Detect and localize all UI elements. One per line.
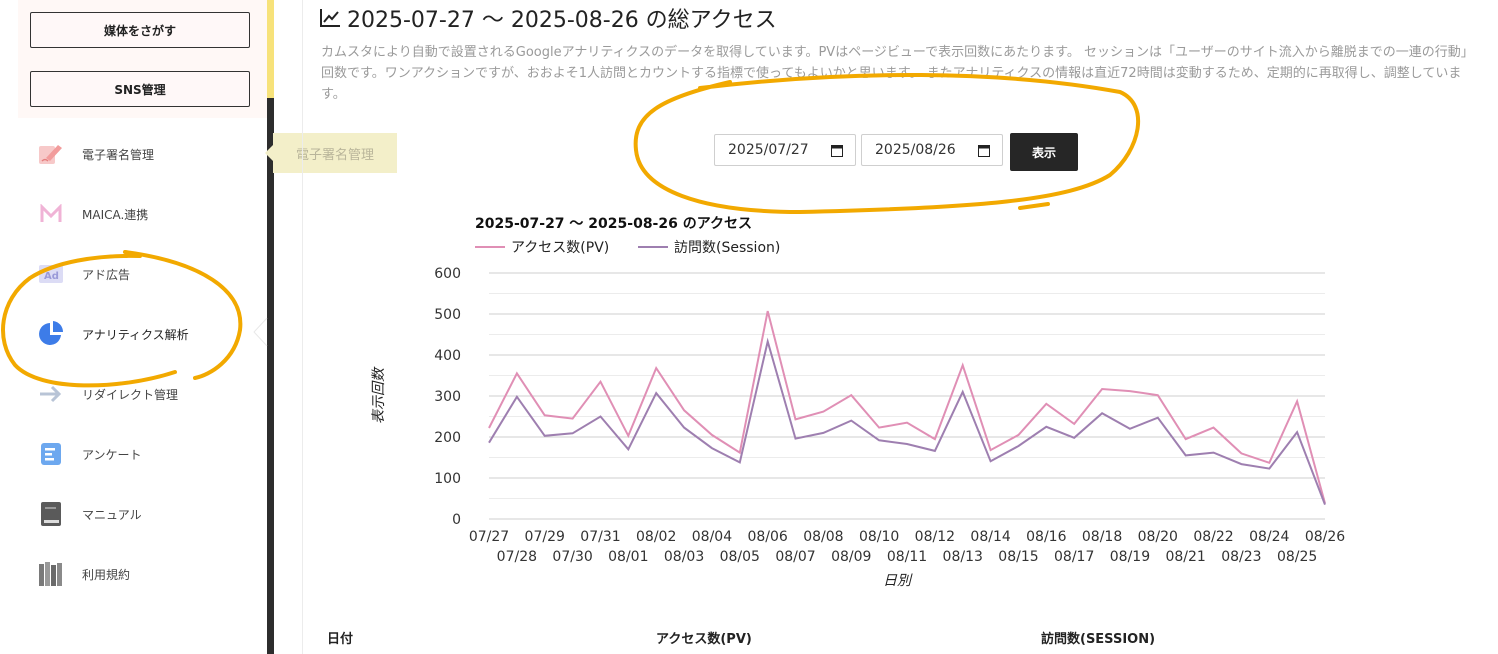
x-tick-label: 07/27	[469, 529, 509, 545]
calendar-icon[interactable]	[978, 144, 990, 157]
series-line-pv	[488, 310, 1326, 504]
survey-icon	[38, 441, 64, 467]
table-header-date: 日付	[327, 632, 354, 647]
sidebar-divider	[267, 98, 274, 654]
y-tick-label: 200	[434, 430, 461, 446]
x-tick-label: 08/21	[1165, 549, 1205, 565]
x-tick-label: 08/14	[970, 529, 1010, 545]
x-tick-label: 08/15	[998, 549, 1038, 565]
sidebar-item-manual[interactable]: マニュアル	[38, 499, 142, 529]
legend-label[interactable]: 訪問数(Session)	[674, 240, 780, 256]
x-axis-label: 日別	[883, 573, 913, 589]
x-tick-label: 08/22	[1193, 529, 1233, 545]
sidebar-item-label: アンケート	[82, 447, 142, 462]
book-icon	[38, 501, 64, 527]
redirect-arrow-icon	[38, 381, 64, 407]
x-tick-label: 08/19	[1110, 549, 1150, 565]
sns-manage-button[interactable]: SNS管理	[30, 71, 250, 107]
x-tick-label: 07/30	[552, 549, 592, 565]
y-tick-label: 500	[434, 307, 461, 323]
y-axis-label: 表示回数	[371, 366, 387, 424]
sidebar-item-label: マニュアル	[82, 507, 142, 522]
sidebar: 媒体をさがす SNS管理 電子署名管理 MAICA.連携 Ad アド広告 アナリ…	[0, 0, 268, 654]
pie-chart-icon	[38, 321, 64, 347]
x-tick-label: 08/16	[1026, 529, 1066, 545]
x-tick-label: 08/07	[775, 549, 815, 565]
active-item-chevron-icon	[253, 318, 268, 346]
chart-title: 2025-07-27 〜 2025-08-26 のアクセス	[475, 216, 752, 232]
main-content: 2025-07-27 〜 2025-08-26 の総アクセス カムスタにより自動…	[302, 0, 1491, 654]
access-line-chart: 2025-07-27 〜 2025-08-26 のアクセス アクセス数(PV) 訪…	[371, 216, 1345, 589]
x-tick-label: 07/29	[525, 529, 565, 545]
find-media-button[interactable]: 媒体をさがす	[30, 12, 250, 48]
page-title: 2025-07-27 〜 2025-08-26 の総アクセス	[319, 2, 777, 34]
y-tick-label: 600	[434, 266, 461, 282]
x-tick-label: 08/24	[1249, 529, 1289, 545]
sidebar-item-label: 利用規約	[82, 567, 131, 582]
sidebar-item-label: リダイレクト管理	[82, 387, 179, 402]
x-tick-label: 08/09	[831, 549, 871, 565]
x-tick-label: 08/11	[887, 549, 927, 565]
sidebar-item-terms[interactable]: 利用規約	[38, 559, 130, 589]
svg-text:Ad: Ad	[44, 271, 59, 282]
x-tick-label: 08/01	[608, 549, 648, 565]
date-to-value: 2025/08/26	[875, 142, 956, 158]
x-tick-label: 07/31	[580, 529, 620, 545]
page-title-text: 2025-07-27 〜 2025-08-26 の総アクセス	[347, 8, 777, 33]
x-tick-label: 07/28	[497, 549, 537, 565]
x-tick-label: 08/23	[1221, 549, 1261, 565]
sidebar-item-esign[interactable]: 電子署名管理	[38, 139, 154, 169]
x-tick-label: 08/08	[803, 529, 843, 545]
x-tick-label: 08/02	[636, 529, 676, 545]
date-to-input[interactable]: 2025/08/26	[861, 134, 1003, 166]
table-header-pv: アクセス数(PV)	[656, 632, 752, 647]
x-tick-label: 08/10	[859, 529, 899, 545]
y-axis-ticks: 0 100 200 300 400 500 600	[434, 266, 461, 528]
y-tick-label: 400	[434, 348, 461, 364]
x-tick-label: 08/05	[720, 549, 760, 565]
chart-grid	[489, 272, 1325, 520]
chart-legend: アクセス数(PV) 訪問数(Session)	[475, 240, 780, 256]
calendar-icon[interactable]	[831, 144, 843, 157]
x-tick-label: 08/25	[1277, 549, 1317, 565]
page-description: カムスタにより自動で設置されるGoogleアナリティクスのデータを取得しています…	[321, 45, 1474, 102]
y-tick-label: 100	[434, 471, 461, 487]
y-tick-label: 300	[434, 389, 461, 405]
pen-sign-icon	[38, 141, 64, 167]
sidebar-item-maica[interactable]: MAICA.連携	[38, 199, 148, 229]
x-tick-label: 08/26	[1305, 529, 1345, 545]
legend-label[interactable]: アクセス数(PV)	[511, 240, 609, 256]
x-axis-ticks: 07/27 07/28 07/29 07/30 07/31 08/01 08/02 08/03…	[469, 529, 1345, 565]
date-from-value: 2025/07/27	[728, 142, 809, 158]
ad-icon: Ad	[38, 261, 64, 287]
sidebar-item-redirect[interactable]: リダイレクト管理	[38, 379, 178, 409]
chart-series	[488, 310, 1326, 505]
x-tick-label: 08/20	[1138, 529, 1178, 545]
x-tick-label: 08/03	[664, 549, 704, 565]
sidebar-item-label: MAICA.連携	[82, 207, 149, 222]
x-tick-label: 08/17	[1054, 549, 1094, 565]
x-tick-label: 08/13	[943, 549, 983, 565]
x-tick-label: 08/18	[1082, 529, 1122, 545]
show-button[interactable]: 表示	[1010, 133, 1078, 171]
books-icon	[38, 561, 64, 587]
date-from-input[interactable]: 2025/07/27	[714, 134, 856, 166]
x-tick-label: 08/04	[692, 529, 732, 545]
sidebar-item-label: アナリティクス解析	[82, 327, 189, 342]
x-tick-label: 08/12	[915, 529, 955, 545]
sidebar-item-ad[interactable]: Ad アド広告	[38, 259, 130, 289]
line-chart-icon	[320, 9, 340, 27]
sidebar-item-survey[interactable]: アンケート	[38, 439, 142, 469]
sidebar-item-label: 電子署名管理	[82, 147, 155, 162]
sidebar-item-label: アド広告	[82, 267, 131, 282]
table-header-session: 訪問数(SESSION)	[1041, 632, 1156, 647]
maica-m-icon	[38, 201, 64, 227]
sidebar-item-analytics[interactable]: アナリティクス解析	[38, 319, 189, 349]
sidebar-accent-strip	[267, 0, 274, 98]
y-tick-label: 0	[452, 512, 461, 528]
x-tick-label: 08/06	[747, 529, 787, 545]
